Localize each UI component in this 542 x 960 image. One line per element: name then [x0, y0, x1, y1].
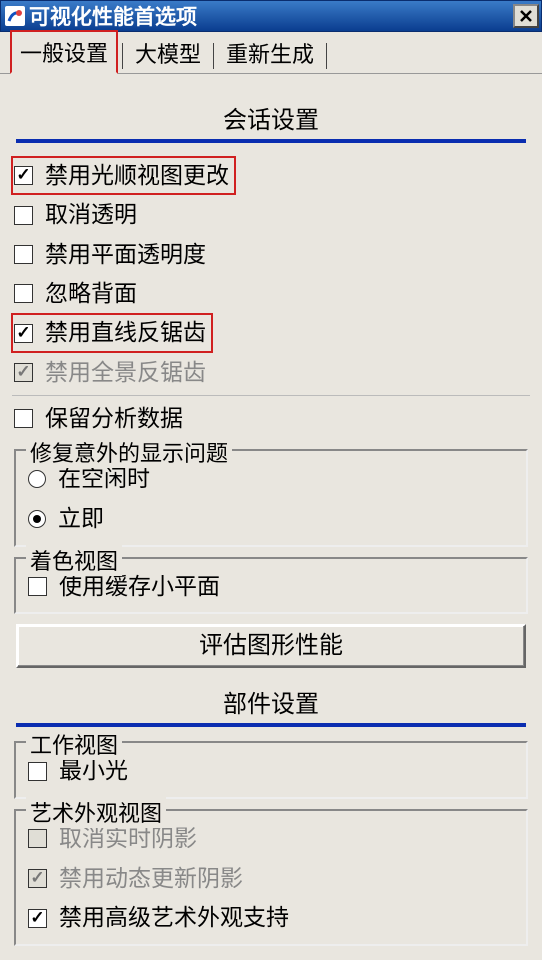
tab-regenerate[interactable]: 重新生成: [218, 33, 322, 73]
checkbox-icon: [28, 909, 47, 928]
thin-divider: [12, 395, 530, 396]
checkbox-label: 忽略背面: [45, 277, 137, 310]
checkbox-label: 禁用直线反锯齿: [45, 316, 206, 349]
checkbox-icon: [14, 324, 33, 343]
checkbox-icon: [14, 166, 33, 185]
checkbox-label: 禁用平面透明度: [45, 238, 206, 271]
tab-large-model[interactable]: 大模型: [127, 33, 209, 73]
group-legend: 修复意外的显示问题: [26, 436, 232, 468]
group-legend: 着色视图: [26, 544, 122, 576]
window: 可视化性能首选项 一般设置 大模型 重新生成 会话设置 禁用光顺视图更改 取消透…: [0, 0, 542, 960]
group-work-view: 工作视图 最小光: [14, 741, 528, 799]
checkbox-disable-dynamic-shadow: 禁用动态更新阴影: [26, 859, 516, 899]
checkbox-icon: [28, 762, 47, 781]
checkbox-icon: [14, 409, 33, 428]
checkbox-ignore-backside[interactable]: 忽略背面: [12, 275, 530, 312]
tab-bar: 一般设置 大模型 重新生成: [0, 32, 542, 74]
checkbox-disable-line-aa[interactable]: 禁用直线反锯齿: [12, 314, 212, 351]
radio-now[interactable]: 立即: [26, 499, 516, 539]
tab-separator: [213, 43, 214, 69]
content-area: 会话设置 禁用光顺视图更改 取消透明 禁用平面透明度 忽略背面 禁用直线反锯齿 …: [0, 74, 542, 946]
checkbox-icon: [28, 577, 47, 596]
app-icon: [5, 6, 25, 26]
checkbox-label: 禁用高级艺术外观支持: [59, 900, 289, 936]
checkbox-disable-plane-transparency[interactable]: 禁用平面透明度: [12, 236, 530, 273]
checkbox-icon: [28, 869, 47, 888]
part-header: 部件设置: [12, 678, 530, 723]
checkbox-disable-pano-aa: 禁用全景反锯齿: [12, 354, 530, 391]
section-divider: [16, 723, 526, 727]
checkbox-icon: [14, 245, 33, 264]
checkbox-disable-advanced-art[interactable]: 禁用高级艺术外观支持: [26, 898, 516, 938]
group-fix-display: 修复意外的显示问题 在空闲时 立即: [14, 449, 528, 546]
checkbox-label: 禁用光顺视图更改: [45, 159, 229, 192]
checkbox-cancel-transparent[interactable]: 取消透明: [12, 196, 530, 233]
checkbox-keep-analysis[interactable]: 保留分析数据: [12, 400, 530, 437]
checkbox-label: 保留分析数据: [45, 402, 183, 435]
checkbox-icon: [14, 363, 33, 382]
group-legend: 艺术外观视图: [26, 796, 166, 828]
session-header: 会话设置: [12, 82, 530, 139]
close-button[interactable]: [513, 4, 539, 28]
section-divider: [16, 139, 526, 143]
checkbox-icon: [14, 206, 33, 225]
tab-separator: [326, 43, 327, 69]
checkbox-label: 禁用动态更新阴影: [59, 861, 243, 897]
tab-separator: [122, 43, 123, 69]
checkbox-label: 取消透明: [45, 198, 137, 231]
radio-icon: [28, 470, 46, 488]
group-shade-view: 着色视图 使用缓存小平面: [14, 557, 528, 615]
checkbox-icon: [28, 829, 47, 848]
checkbox-disable-smooth-view[interactable]: 禁用光顺视图更改: [12, 157, 235, 194]
group-art-view: 艺术外观视图 取消实时阴影 禁用动态更新阴影 禁用高级艺术外观支持: [14, 809, 528, 946]
radio-label: 立即: [58, 501, 104, 537]
group-legend: 工作视图: [26, 728, 122, 760]
evaluate-graphics-button[interactable]: 评估图形性能: [16, 624, 526, 668]
radio-icon: [28, 510, 46, 528]
checkbox-icon: [14, 284, 33, 303]
titlebar: 可视化性能首选项: [0, 0, 542, 32]
window-title: 可视化性能首选项: [29, 1, 197, 31]
tab-general[interactable]: 一般设置: [10, 30, 118, 74]
checkbox-label: 禁用全景反锯齿: [45, 356, 206, 389]
